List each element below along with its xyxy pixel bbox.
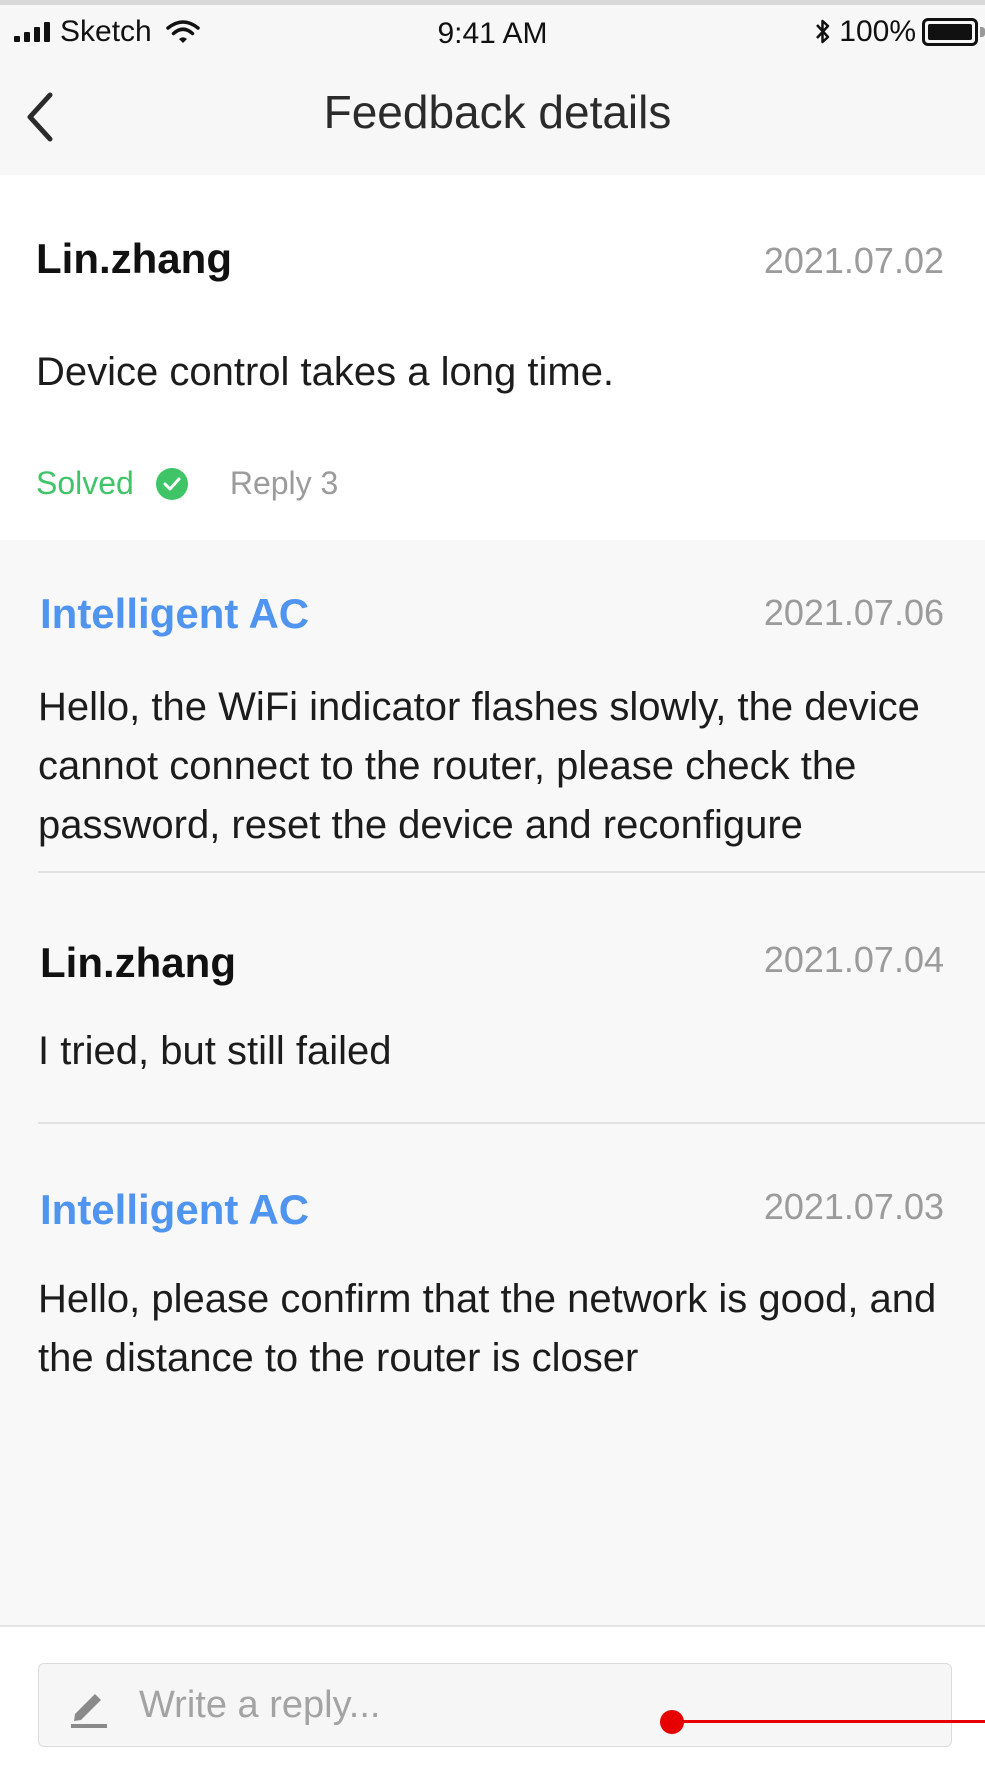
reply-item: Lin.zhang 2021.07.04 I tried, but still … xyxy=(0,873,985,1123)
page-title: Feedback details xyxy=(323,86,672,138)
reply-date: 2021.07.04 xyxy=(763,939,944,980)
reply-text: I tried, but still failed xyxy=(38,1029,392,1073)
reply-date: 2021.07.03 xyxy=(763,1186,944,1227)
reply-thread: Intelligent AC 2021.07.06 Hello, the WiF… xyxy=(0,540,985,1625)
reply-author: Intelligent AC xyxy=(40,590,310,637)
battery-percent: 100% xyxy=(839,15,916,48)
reply-count[interactable]: Reply 3 xyxy=(230,465,339,502)
feedback-date: 2021.07.02 xyxy=(763,240,944,281)
reply-author: Lin.zhang xyxy=(40,939,236,986)
reply-date: 2021.07.06 xyxy=(763,592,944,633)
annotation-dot xyxy=(660,1710,684,1734)
feedback-author: Lin.zhang xyxy=(36,235,232,282)
reply-item: Intelligent AC 2021.07.03 Hello, please … xyxy=(0,1124,985,1424)
feedback-status-row: Solved Reply 3 xyxy=(36,465,338,502)
reply-input[interactable]: Write a reply... xyxy=(38,1663,952,1747)
status-label: Solved xyxy=(36,465,134,501)
reply-author: Intelligent AC xyxy=(40,1186,310,1233)
nav-bar: Feedback details xyxy=(0,55,985,175)
reply-composer: Write a reply... xyxy=(0,1625,985,1781)
feedback-text: Device control takes a long time. xyxy=(36,350,615,394)
battery-icon xyxy=(922,18,978,46)
battery-tip xyxy=(980,27,985,37)
status-right: 100% xyxy=(813,15,985,49)
reply-text: Hello, please confirm that the network i… xyxy=(38,1277,937,1380)
feedback-card: Lin.zhang 2021.07.02 Device control take… xyxy=(0,175,985,540)
reply-placeholder: Write a reply... xyxy=(139,1684,381,1726)
reply-item: Intelligent AC 2021.07.06 Hello, the WiF… xyxy=(0,540,985,885)
status-bar: Sketch 9:41 AM 100% xyxy=(0,5,985,55)
pencil-icon xyxy=(71,1694,107,1728)
reply-text: Hello, the WiFi indicator flashes slowly… xyxy=(38,685,920,847)
bluetooth-icon xyxy=(816,19,830,44)
check-circle-icon xyxy=(155,467,188,500)
annotation-line xyxy=(672,1720,985,1723)
